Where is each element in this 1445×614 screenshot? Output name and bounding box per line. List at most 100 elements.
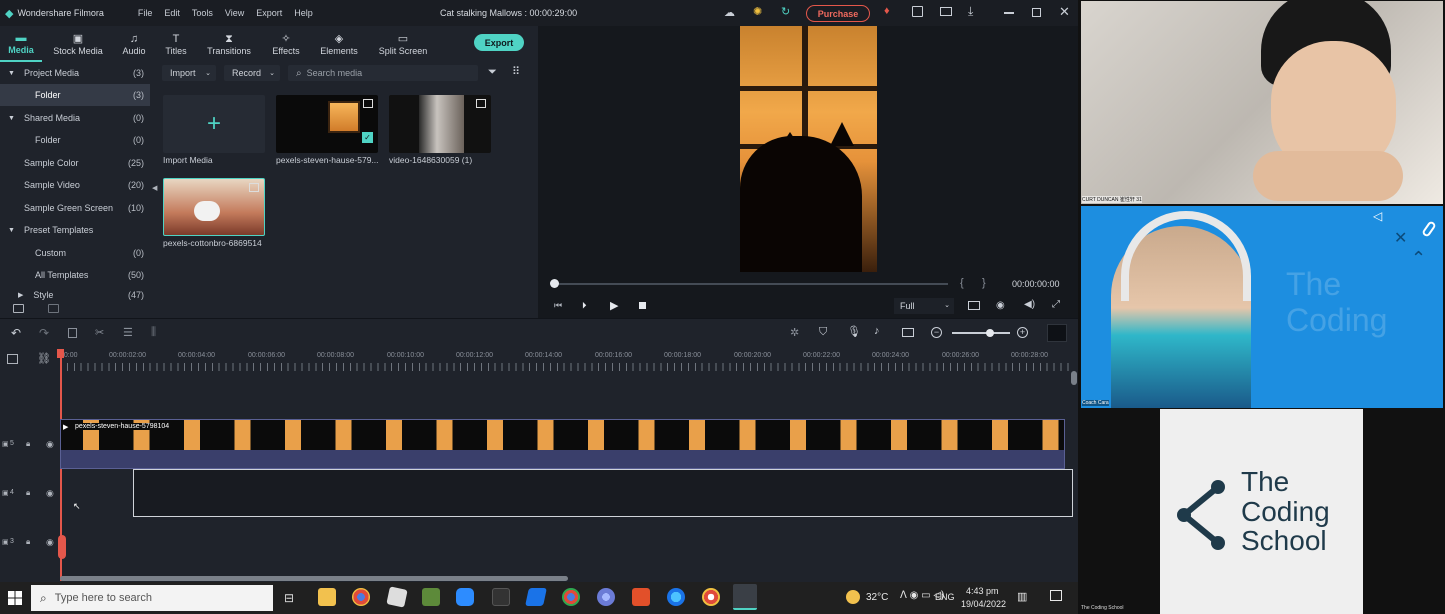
export-button[interactable]: Export (474, 34, 524, 51)
caption-icon[interactable] (902, 328, 914, 337)
media-thumb-steven-hause[interactable]: ✓ (276, 95, 378, 153)
participant-tile-curt[interactable]: CURT DUNCAN 崔性轩 31 (1081, 0, 1443, 204)
snapshot-icon[interactable]: ◉ (996, 300, 1005, 311)
sidebar-item-sample-color[interactable]: Sample Color (25) (0, 152, 150, 174)
preview-video-frame[interactable] (740, 26, 877, 272)
sidebar-item-style[interactable]: ▶ Style (47) (0, 288, 150, 302)
play-icon[interactable]: ▶ (610, 299, 618, 312)
cut-icon[interactable]: ✂ (95, 326, 104, 339)
import-dropdown[interactable]: Import ⌄ (162, 65, 216, 81)
restore-icon[interactable] (1032, 8, 1041, 17)
video-clip[interactable]: pexels-steven-hause-5798104 ▶ (60, 419, 1065, 469)
lock-icon[interactable]: 🔒︎ (26, 439, 30, 449)
new-folder-icon[interactable] (13, 304, 24, 313)
download-icon[interactable]: ⤓ (968, 4, 973, 19)
marker-icon[interactable]: ⛉ (819, 326, 827, 339)
eye-icon[interactable]: ◉ (46, 439, 54, 450)
office-icon[interactable] (632, 588, 650, 606)
audio-clip-stub[interactable] (58, 535, 66, 559)
search-media-input[interactable]: ⌕ Search media (288, 65, 478, 81)
add-track-icon[interactable] (7, 354, 18, 364)
zoom-app-icon[interactable] (456, 588, 474, 606)
minimize-icon[interactable] (1004, 12, 1014, 14)
chart-tray-icon[interactable]: ▥ (1017, 590, 1027, 603)
cloud-icon[interactable]: ☁ (724, 6, 735, 19)
quality-dropdown[interactable]: Full ⌄ (894, 298, 954, 314)
sidebar-item-custom[interactable]: Custom (0) (0, 242, 150, 264)
audio-mixer-icon[interactable]: ♪ (874, 325, 880, 337)
zoom-out-icon[interactable]: − (931, 327, 942, 338)
window-app-icon[interactable] (492, 588, 510, 606)
edge-icon[interactable] (667, 588, 685, 606)
tab-titles[interactable]: T Titles (154, 26, 198, 62)
playhead-handle[interactable] (550, 279, 559, 288)
timeline-scrollbar-horizontal[interactable] (60, 576, 568, 581)
participant-tile-coding-school[interactable]: The Coding School The Coding School (1078, 409, 1445, 614)
gift-icon[interactable]: ♦ (884, 5, 890, 17)
clock-date[interactable]: 19/04/2022 (961, 599, 1006, 609)
refresh-icon[interactable]: ↻ (781, 5, 790, 18)
menu-help[interactable]: Help (294, 8, 313, 18)
tab-transitions[interactable]: ⧗ Transitions (198, 26, 260, 62)
record-dropdown[interactable]: Record ⌄ (224, 65, 280, 81)
temperature[interactable]: 32°C (866, 592, 888, 603)
zoom-slider-handle[interactable] (986, 329, 994, 337)
audio-wave-icon[interactable]: ⫼ (151, 326, 156, 339)
tab-split-screen[interactable]: ▭ Split Screen (366, 26, 440, 62)
adjust-icon[interactable]: ☰ (123, 326, 133, 339)
chrome-icon[interactable] (562, 588, 580, 606)
import-media-tile[interactable]: + (163, 95, 265, 153)
eye-icon[interactable]: ◉ (46, 488, 54, 499)
step-back-icon[interactable]: ⏮ (554, 300, 562, 311)
task-view-icon[interactable]: ⊟ (284, 591, 294, 605)
menu-file[interactable]: File (138, 8, 153, 18)
tab-stock-media[interactable]: ▣ Stock Media (42, 26, 114, 62)
undo-icon[interactable]: ↶ (11, 326, 21, 340)
sidebar-item-all-templates[interactable]: All Templates (50) (0, 264, 150, 286)
zoom-slider-track[interactable] (952, 332, 1010, 334)
filter-icon[interactable]: ⏷ (488, 66, 497, 79)
blue-app-icon[interactable] (525, 588, 547, 606)
menu-tools[interactable]: Tools (192, 8, 213, 18)
media-thumb-cottonbro[interactable] (163, 178, 265, 236)
tab-elements[interactable]: ◈ Elements (312, 26, 366, 62)
lock-icon[interactable]: 🔒︎ (26, 537, 30, 547)
sidebar-item-folder[interactable]: Folder (3) (0, 84, 150, 106)
collapse-arrow-icon[interactable]: ◀ (152, 184, 157, 192)
link-icon[interactable]: ⛓ (37, 352, 51, 365)
file-explorer-icon[interactable] (318, 588, 336, 606)
participant-tile-coach-cara[interactable]: The Coding ◁ ✕ ⌃ Coach Cara (1081, 206, 1443, 408)
filmora-taskbar-icon[interactable] (733, 584, 757, 610)
layout-toggle-icon[interactable] (1047, 324, 1067, 342)
notification-icon[interactable] (1050, 590, 1062, 601)
chrome-profile-icon[interactable] (352, 588, 370, 606)
mail-icon[interactable] (940, 7, 952, 16)
save-icon[interactable] (912, 6, 923, 17)
eye-icon[interactable]: ◉ (46, 537, 54, 548)
mark-in-bracket[interactable]: { (960, 277, 964, 289)
bulb-icon[interactable]: ✺ (753, 5, 762, 18)
sidebar-item-project-media[interactable]: ▼ Project Media (3) (0, 62, 150, 84)
purchase-button[interactable]: Purchase (806, 5, 870, 22)
fullscreen-icon[interactable]: ⤢ (1052, 299, 1060, 310)
roblox-icon[interactable] (386, 586, 408, 608)
volume-icon[interactable]: ◀) (1024, 299, 1035, 310)
chrome-beta-icon[interactable] (702, 588, 720, 606)
timeline-scrollbar-vertical[interactable] (1071, 371, 1077, 385)
chrome-alt-icon[interactable] (597, 588, 615, 606)
playback-progress-track[interactable] (554, 283, 948, 285)
menu-export[interactable]: Export (256, 8, 282, 18)
tab-audio[interactable]: ♫ Audio (114, 26, 154, 62)
play-frame-icon[interactable]: ⏵ (582, 300, 587, 311)
stop-icon[interactable] (639, 302, 646, 309)
lock-icon[interactable]: 🔒︎ (26, 488, 30, 498)
playhead-marker[interactable] (57, 349, 64, 358)
microphone-icon[interactable]: 🎙 (847, 325, 861, 338)
sidebar-item-sample-green-screen[interactable]: Sample Green Screen (10) (0, 197, 150, 219)
delete-icon[interactable] (68, 328, 77, 338)
mark-out-bracket[interactable]: } (982, 277, 986, 289)
minecraft-icon[interactable] (422, 588, 440, 606)
empty-track-region[interactable] (133, 469, 1073, 517)
monitor-icon[interactable] (968, 301, 980, 310)
redo-icon[interactable]: ↷ (39, 326, 49, 340)
